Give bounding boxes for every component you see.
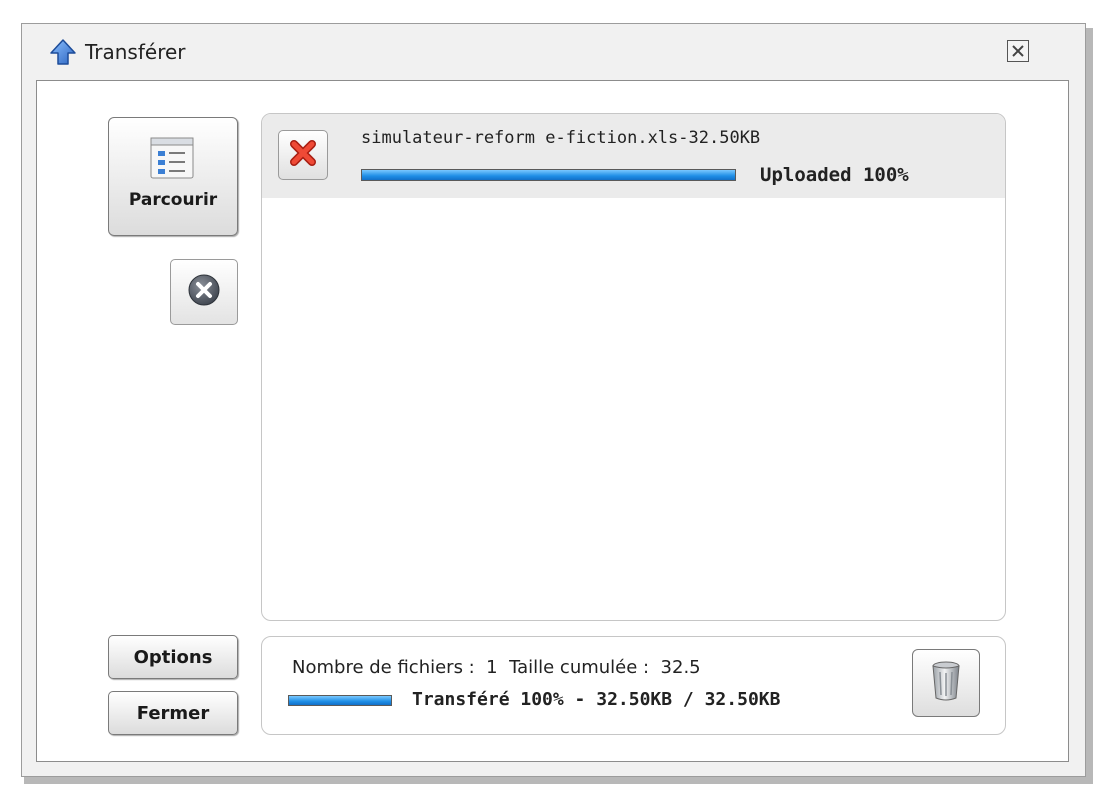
browse-label: Parcourir bbox=[128, 190, 218, 210]
remove-file-button[interactable] bbox=[278, 130, 328, 180]
file-name: simulateur-reform e-fiction.xls-32.50KB bbox=[361, 128, 761, 148]
cancel-circle-icon bbox=[187, 273, 221, 311]
browse-button[interactable]: Parcourir bbox=[108, 117, 238, 236]
options-button[interactable]: Options bbox=[108, 635, 238, 679]
file-status: Uploaded 100% bbox=[760, 164, 909, 186]
title-bar[interactable]: Transférer bbox=[22, 24, 1085, 80]
summary-panel: Nombre de fichiers : 1 Taille cumulée : … bbox=[261, 636, 1006, 735]
trash-can-icon bbox=[929, 660, 963, 706]
file-list[interactable]: simulateur-reform e-fiction.xls-32.50KB … bbox=[261, 113, 1006, 621]
total-progress-fill bbox=[289, 696, 391, 705]
close-window-icon[interactable] bbox=[1007, 40, 1029, 62]
summary-counts: Nombre de fichiers : 1 Taille cumulée : … bbox=[292, 657, 701, 678]
upload-dialog: Transférer Parcourir simulateur-reform e… bbox=[21, 23, 1086, 777]
dialog-content: Parcourir simulateur-reform e-fiction.xl… bbox=[36, 80, 1069, 762]
close-button[interactable]: Fermer bbox=[108, 691, 238, 735]
total-progress-bar bbox=[288, 695, 392, 706]
file-list-icon bbox=[148, 136, 196, 180]
file-row: simulateur-reform e-fiction.xls-32.50KB … bbox=[262, 114, 1005, 198]
clear-list-button[interactable] bbox=[912, 649, 980, 717]
summary-status: Transféré 100% - 32.50KB / 32.50KB bbox=[412, 689, 781, 710]
up-arrow-icon bbox=[49, 38, 77, 66]
dialog-title: Transférer bbox=[85, 40, 186, 64]
file-progress-bar bbox=[361, 169, 736, 181]
file-progress-fill bbox=[362, 170, 735, 180]
cancel-all-button[interactable] bbox=[170, 259, 238, 325]
red-x-icon bbox=[289, 139, 317, 171]
